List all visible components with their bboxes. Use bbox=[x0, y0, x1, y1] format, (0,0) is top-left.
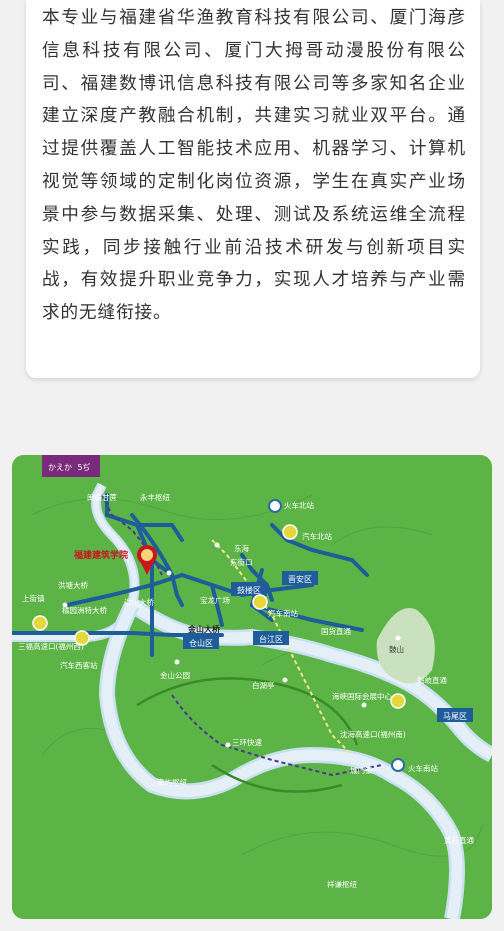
label-jinshan-bridge: 金山大桥 bbox=[187, 624, 221, 634]
label-hongtang-bridge: 洪塘大桥 bbox=[58, 580, 88, 590]
label-gushan: 鼓山 bbox=[389, 644, 404, 654]
label-yongfeng: 永丰枢纽 bbox=[140, 492, 170, 502]
label-jushan-bridge: 橘园洲特大桥 bbox=[62, 605, 107, 615]
map-svg: 鼓楼区 晋安区 仓山区 台江区 马尾区 かえか 5ぢ 福建建筑学院 闽侯甘蔗 永… bbox=[12, 455, 492, 919]
taijiang-label: 台江区 bbox=[259, 634, 283, 644]
bus-icon bbox=[282, 524, 298, 540]
article-paragraph: 本专业与福建省华渔教育科技有限公司、厦门海彦信息科技有限公司、厦门大拇哥动漫股份… bbox=[42, 8, 466, 324]
bus-icon bbox=[32, 615, 48, 631]
train-icon bbox=[391, 758, 405, 772]
gulou-label: 鼓楼区 bbox=[237, 585, 261, 595]
label-dongjiekou: 东街口 bbox=[230, 557, 253, 567]
logo-left: かえか bbox=[48, 463, 72, 472]
label-huoche-bei: 火车北站 bbox=[284, 500, 314, 510]
label-qiche-xi: 汽车西客站 bbox=[60, 660, 98, 670]
label-huoche-nan: 火车南站 bbox=[408, 763, 438, 773]
label-expo: 海峡国际会展中心 bbox=[332, 691, 392, 701]
label-guohuo: 国货直通 bbox=[321, 626, 351, 636]
label-jinshan-park: 金山公园 bbox=[160, 670, 190, 680]
label-sanfu-west: 三福高速口(福州西) bbox=[18, 641, 84, 651]
label-donghai: 东海 bbox=[234, 543, 249, 553]
label-sanhuan: 三环快速 bbox=[232, 737, 262, 747]
label-baolong: 宝龙广场 bbox=[200, 595, 230, 605]
label-xiangqian: 祥谦枢纽 bbox=[327, 879, 357, 889]
label-nanyu: 南屿枢纽 bbox=[157, 777, 187, 787]
school-label: 福建建筑学院 bbox=[73, 549, 128, 561]
location-map: 鼓楼区 晋安区 仓山区 台江区 马尾区 かえか 5ぢ 福建建筑学院 闽侯甘蔗 永… bbox=[12, 455, 492, 919]
label-qiche-nan: 汽车南站 bbox=[268, 608, 298, 618]
jinan-label: 晋安区 bbox=[288, 574, 312, 584]
label-qiche-bei: 汽车北站 bbox=[302, 531, 332, 541]
cangshan-label: 仓山区 bbox=[189, 638, 213, 648]
label-minhou-ganzhe: 闽侯甘蔗 bbox=[87, 492, 117, 502]
bus-icon bbox=[252, 594, 268, 610]
article-card: 本专业与福建省华渔教育科技有限公司、厦门海彦信息科技有限公司、厦门大拇哥动漫股份… bbox=[26, 0, 480, 378]
label-chengmen: 城门镇 bbox=[350, 765, 373, 775]
mawei-label: 马尾区 bbox=[443, 712, 467, 721]
bus-icon bbox=[390, 693, 406, 709]
label-kuiqi: 魁岐直通 bbox=[417, 675, 447, 685]
label-baihuting: 白湖亭 bbox=[252, 680, 275, 690]
label-huangshi: 黄石直通 bbox=[444, 835, 474, 845]
label-shangjie: 上街镇 bbox=[22, 593, 45, 603]
logo-right: 5ぢ bbox=[77, 462, 90, 472]
label-shenhai: 沈海高速口(福州南) bbox=[340, 729, 406, 739]
train-icon bbox=[268, 499, 282, 513]
label-hongshan-bridge: 洪山大桥 bbox=[124, 597, 154, 607]
